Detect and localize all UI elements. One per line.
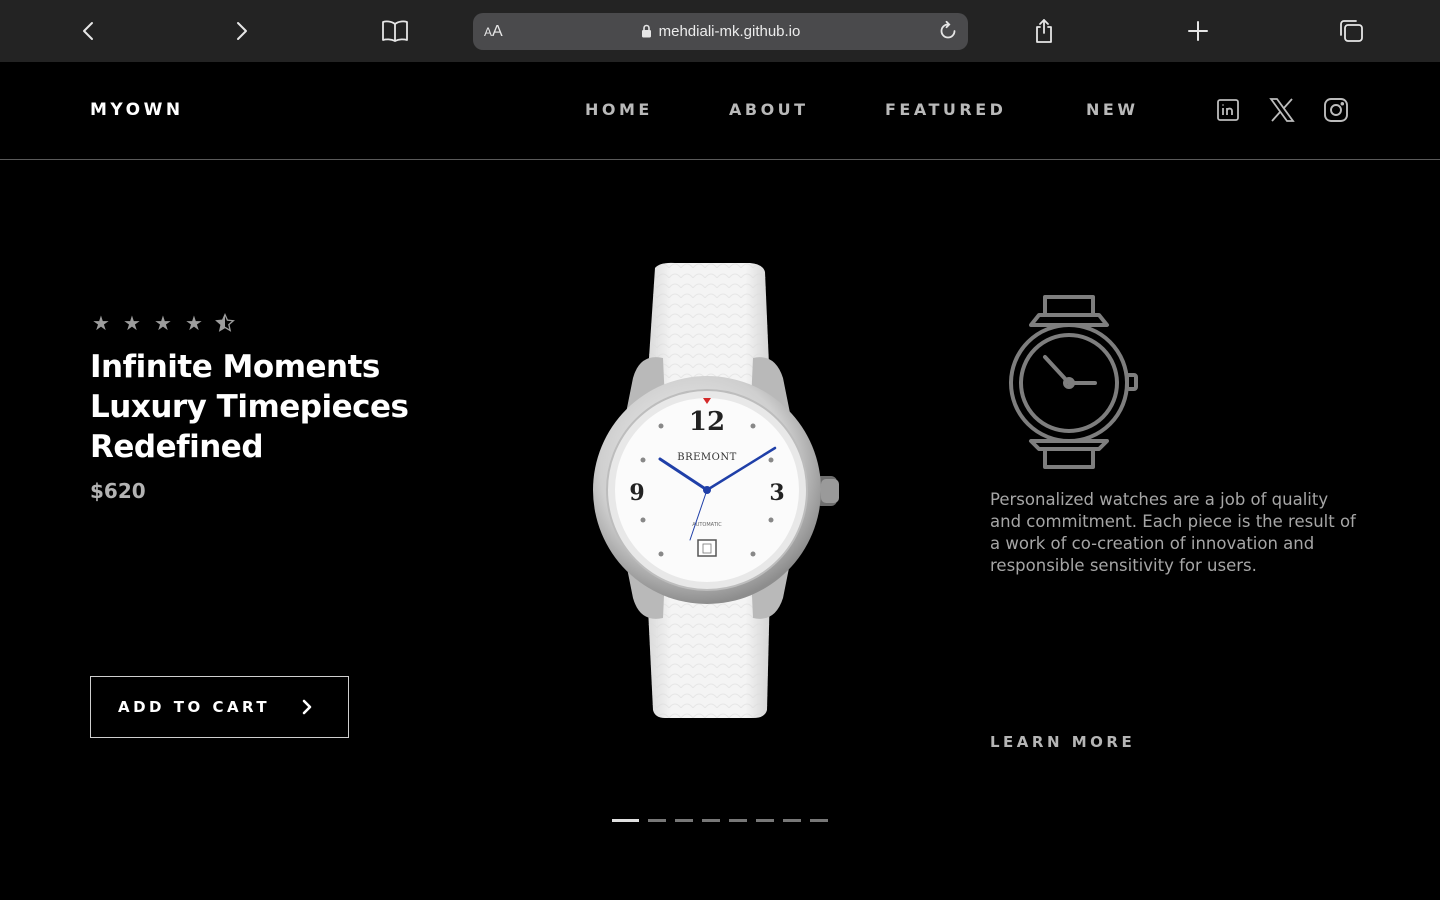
new-tab-icon xyxy=(1188,21,1208,41)
product-watch-image[interactable]: 12 3 9 BREMONT AUTOMATIC xyxy=(585,258,855,723)
nav-home[interactable]: HOME xyxy=(585,100,653,119)
nav-new[interactable]: NEW xyxy=(1086,100,1138,119)
slide-dot-7[interactable] xyxy=(783,819,801,822)
star-icon: ★ xyxy=(92,311,110,335)
watch-numeral-12: 12 xyxy=(689,407,725,437)
hero-title: Infinite Moments Luxury Timepieces Redef… xyxy=(90,347,520,467)
tabs-icon xyxy=(1340,20,1363,42)
nav-about[interactable]: ABOUT xyxy=(729,100,809,119)
instagram-icon xyxy=(1324,98,1348,122)
add-to-cart-label: ADD TO CART xyxy=(118,698,271,716)
watch-numeral-3: 3 xyxy=(769,480,784,506)
product-price: $620 xyxy=(90,479,146,503)
watch-outline-icon xyxy=(1009,295,1138,469)
star-icon: ★ xyxy=(185,311,203,335)
product-description: Personalized watches are a job of qualit… xyxy=(990,490,1356,575)
x-link[interactable] xyxy=(1268,96,1296,124)
forward-icon xyxy=(237,22,247,40)
address-bar[interactable]: AA mehdiali-mk.github.io xyxy=(473,13,968,50)
bookmarks-button[interactable] xyxy=(377,13,413,49)
hero-title-line-2: Luxury Timepieces xyxy=(90,389,409,425)
forward-button[interactable] xyxy=(223,13,259,49)
rating-stars: ★ ★ ★ ★ xyxy=(90,313,236,334)
site-header: MYOWN HOME ABOUT FEATURED NEW xyxy=(0,62,1440,160)
slide-dot-1[interactable] xyxy=(612,819,639,822)
watch-numeral-9: 9 xyxy=(629,480,644,506)
slide-dot-5[interactable] xyxy=(729,819,747,822)
hero-title-line-3: Redefined xyxy=(90,429,264,465)
back-icon xyxy=(83,22,93,40)
watch-brand: BREMONT xyxy=(677,452,737,463)
site-logo[interactable]: MYOWN xyxy=(90,100,184,120)
back-button[interactable] xyxy=(71,13,107,49)
add-to-cart-button[interactable]: ADD TO CART xyxy=(90,676,349,738)
lock-icon xyxy=(641,24,651,38)
slide-dot-3[interactable] xyxy=(675,819,693,822)
reload-icon xyxy=(940,20,956,39)
bookmarks-icon xyxy=(382,20,408,42)
instagram-link[interactable] xyxy=(1322,96,1350,124)
slider-pagination xyxy=(612,819,828,822)
tabs-overview-button[interactable] xyxy=(1333,13,1369,49)
star-icon: ★ xyxy=(123,311,141,335)
browser-toolbar: AA mehdiali-mk.github.io xyxy=(0,0,1440,62)
star-icon: ★ xyxy=(154,311,172,335)
reload-button[interactable] xyxy=(936,19,960,43)
slide-dot-6[interactable] xyxy=(756,819,774,822)
linkedin-link[interactable] xyxy=(1214,96,1242,124)
x-icon xyxy=(1269,98,1295,122)
learn-more-link[interactable]: LEARN MORE xyxy=(990,733,1135,751)
slide-dot-4[interactable] xyxy=(702,819,720,822)
chevron-right-icon xyxy=(302,699,312,715)
nav-featured[interactable]: FEATURED xyxy=(885,100,1006,119)
hero-title-line-1: Infinite Moments xyxy=(90,349,380,385)
slide-dot-2[interactable] xyxy=(648,819,666,822)
watch-dial-text: AUTOMATIC xyxy=(692,522,722,528)
half-star-icon xyxy=(214,313,236,334)
linkedin-icon xyxy=(1217,99,1239,121)
new-tab-button[interactable] xyxy=(1180,13,1216,49)
share-button[interactable] xyxy=(1026,13,1062,49)
share-icon xyxy=(1036,19,1052,43)
url-text: mehdiali-mk.github.io xyxy=(658,23,801,40)
slide-dot-8[interactable] xyxy=(810,819,828,822)
